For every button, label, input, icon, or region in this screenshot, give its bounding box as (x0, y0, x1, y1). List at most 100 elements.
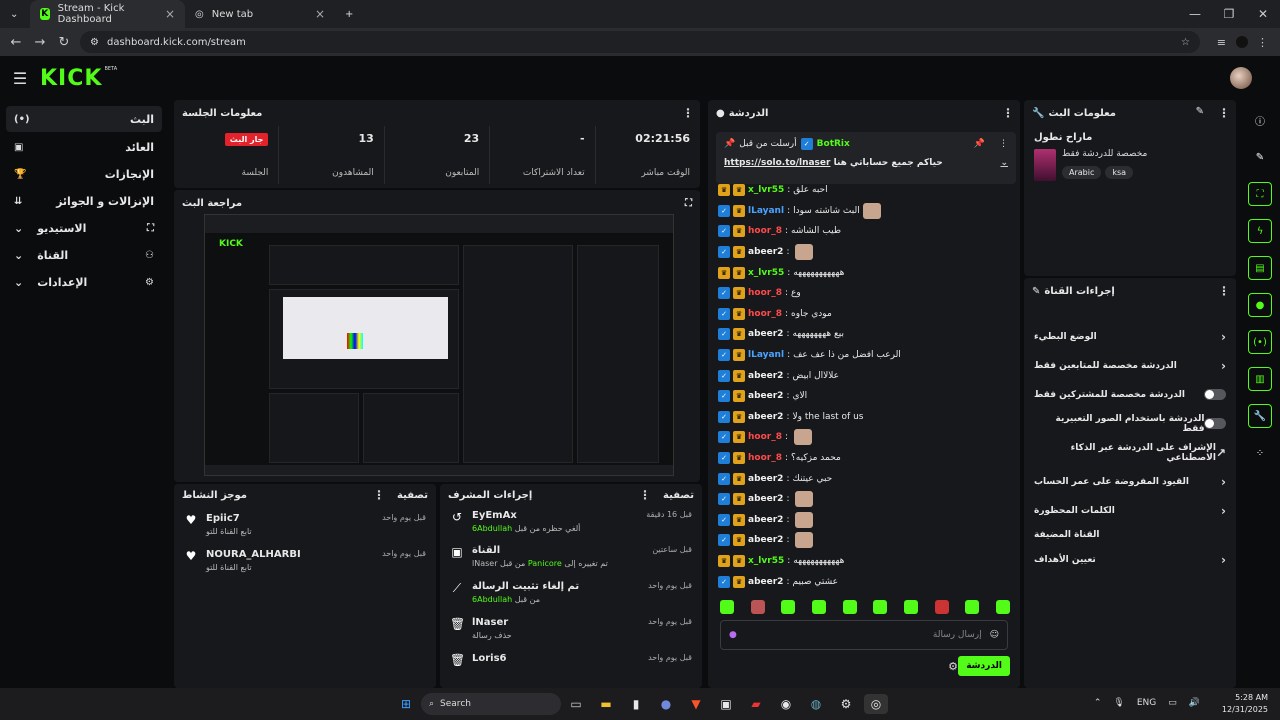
sidebar-item-channel[interactable]: ⚇ القناة ⌄ (6, 242, 162, 268)
verified-badge-icon[interactable]: ✓ (718, 513, 730, 526)
broadcast-icon[interactable]: (•) (1248, 330, 1272, 354)
pin-icon[interactable]: 📌 (974, 139, 985, 149)
layout-icon[interactable]: ▥ (1248, 367, 1272, 391)
emote-only-toggle[interactable] (1204, 418, 1226, 429)
crown-badge-icon[interactable]: ♛ (733, 472, 745, 485)
tab-list-button[interactable]: ⌄ (0, 0, 30, 28)
verified-badge-icon[interactable]: ✓ (718, 369, 730, 382)
menu-icon[interactable]: ☰ (0, 69, 40, 88)
subscriber-badge-icon[interactable]: ♛ (718, 184, 730, 197)
subscriber-badge-icon[interactable]: ♛ (718, 554, 730, 567)
sidebar-item-stream[interactable]: البث (•) (6, 106, 162, 132)
emoji-icon[interactable]: ☺ (990, 630, 999, 640)
crown-badge-icon[interactable]: ♛ (733, 307, 745, 320)
crown-badge-icon[interactable]: ♛ (733, 204, 745, 217)
close-tab-icon[interactable]: × (165, 7, 175, 21)
chat-icon[interactable]: ● (1248, 293, 1272, 317)
verified-badge-icon[interactable]: ✓ (718, 431, 730, 444)
chat-username[interactable]: abeer2 (748, 515, 783, 525)
verified-badge-icon[interactable]: ✓ (718, 287, 730, 300)
file-explorer-icon[interactable]: ▭ (564, 694, 588, 714)
new-tab-button[interactable]: + (335, 0, 363, 28)
info-icon[interactable]: ⓘ (1248, 108, 1272, 132)
crown-badge-icon[interactable]: ♛ (733, 410, 745, 423)
chevron-down-icon[interactable]: ⌄ (1000, 158, 1008, 168)
verified-badge-icon[interactable]: ✓ (718, 534, 730, 547)
emote-icon[interactable] (750, 600, 765, 614)
edit-icon[interactable]: ✎ (1248, 145, 1272, 169)
sidebar-item-revenue[interactable]: العائد ▣ (6, 134, 162, 160)
chat-username[interactable]: abeer2 (748, 494, 783, 504)
send-chat-button[interactable]: الدردشة (958, 656, 1010, 676)
sidebar-item-settings[interactable]: ⚙ الإعدادات ⌄ (6, 269, 162, 295)
crown-badge-icon[interactable]: ♛ (733, 328, 745, 341)
chat-username[interactable]: x_lvr55 (748, 268, 784, 278)
emote-icon[interactable] (842, 600, 857, 614)
emote-icon[interactable] (995, 600, 1010, 614)
taskbar-search[interactable]: ⌕ Search (421, 693, 561, 715)
chrome-icon[interactable]: ◎ (864, 694, 888, 714)
clock[interactable]: 5:28 AM 12/31/2025 (1222, 692, 1268, 716)
subscribers-only-toggle[interactable] (1204, 389, 1226, 400)
crown-badge-icon[interactable]: ♛ (733, 349, 745, 362)
more-options-icon[interactable]: ⋮ (1002, 106, 1014, 120)
fullscreen-icon[interactable]: ⛶ (685, 198, 692, 209)
host-channel-row[interactable]: القناة المضيفة (1024, 525, 1236, 545)
more-options-icon[interactable]: ⋮ (639, 488, 651, 502)
crown-badge-icon[interactable]: ♛ (733, 452, 745, 465)
banned-words-row[interactable]: الكلمات المحظورة › (1024, 496, 1236, 525)
wrench-icon[interactable]: 🔧 (1248, 404, 1272, 428)
forward-icon[interactable]: → (28, 35, 52, 50)
back-icon[interactable]: ← (4, 35, 28, 50)
crown-badge-icon[interactable]: ♛ (733, 287, 745, 300)
verified-badge-icon[interactable]: ✓ (718, 410, 730, 423)
emote-icon[interactable] (720, 600, 734, 614)
tab-kick-dashboard[interactable]: K Stream - Kick Dashboard × (30, 0, 185, 28)
discord-icon[interactable]: ● (654, 694, 678, 714)
chat-username[interactable]: abeer2 (748, 474, 783, 484)
verified-badge-icon[interactable]: ✓ (718, 204, 730, 217)
crown-badge-icon[interactable]: ♛ (733, 493, 745, 506)
browser-menu-icon[interactable]: ⋮ (1257, 36, 1268, 49)
more-options-icon[interactable]: ⋮ (682, 106, 694, 120)
site-info-icon[interactable]: ⚙ (90, 37, 99, 48)
chat-username[interactable]: x_lvr55 (748, 185, 784, 195)
account-age-row[interactable]: القيود المفروضة على عمر الحساب › (1024, 467, 1236, 496)
chat-username[interactable]: hoor_8 (748, 288, 782, 298)
chat-username[interactable]: abeer2 (748, 391, 783, 401)
more-options-icon[interactable]: ⋮ (373, 488, 385, 502)
verified-badge-icon[interactable]: ✓ (718, 472, 730, 485)
crown-badge-icon[interactable]: ♛ (733, 431, 745, 444)
more-options-icon[interactable]: ⋮ (1218, 106, 1230, 120)
profile-icon[interactable] (1236, 36, 1248, 48)
verified-badge-icon[interactable]: ✓ (718, 452, 730, 465)
verified-badge-icon[interactable]: ✓ (718, 225, 730, 238)
verified-badge-icon[interactable]: ✓ (718, 349, 730, 362)
avatar[interactable] (1230, 67, 1252, 89)
language-indicator[interactable]: ENG (1137, 698, 1156, 708)
notes-icon[interactable]: ▤ (1248, 256, 1272, 280)
mic-icon[interactable]: 🎙 (1113, 698, 1124, 708)
chat-username[interactable]: abeer2 (748, 247, 783, 257)
steam-icon[interactable]: ◍ (804, 694, 828, 714)
maximize-icon[interactable]: ❐ (1212, 0, 1246, 28)
crown-badge-icon[interactable]: ♛ (733, 184, 745, 197)
reload-icon[interactable]: ↻ (52, 35, 76, 50)
chat-settings-icon[interactable]: ⚙ (948, 660, 958, 673)
stream-preview-video[interactable]: KICK (204, 214, 674, 476)
emote-icon[interactable] (781, 600, 796, 614)
emote-icon[interactable] (903, 600, 918, 614)
kick-logo[interactable]: KICK BETA (40, 66, 117, 91)
crown-badge-icon[interactable]: ♛ (733, 513, 745, 526)
chat-username[interactable]: hoor_8 (748, 453, 782, 463)
crown-badge-icon[interactable]: ♛ (733, 390, 745, 403)
address-bar[interactable]: ⚙ dashboard.kick.com/stream ☆ (80, 31, 1200, 53)
verified-badge-icon[interactable]: ✓ (718, 390, 730, 403)
clip-icon[interactable]: ⛶ (1248, 182, 1272, 206)
windows-start-icon[interactable]: ⊞ (394, 694, 418, 714)
crown-badge-icon[interactable]: ♛ (733, 225, 745, 238)
emote-icon[interactable] (873, 600, 888, 614)
set-goals-row[interactable]: تعيين الأهداف › (1024, 545, 1236, 574)
crown-badge-icon[interactable]: ♛ (733, 534, 745, 547)
chat-username[interactable]: hoor_8 (748, 432, 782, 442)
